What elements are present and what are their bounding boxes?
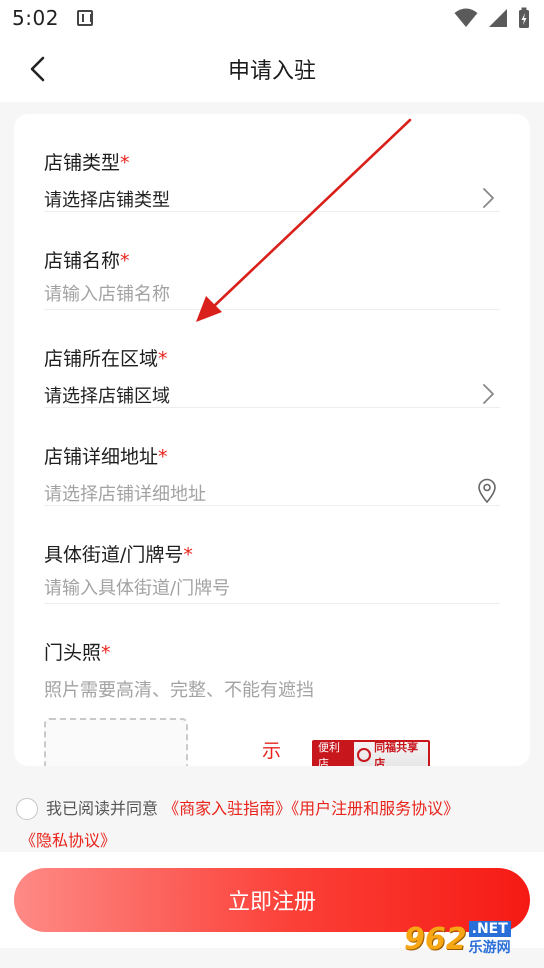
sample-sign-left-text: 便利店 (314, 742, 355, 766)
photo-upload-button[interactable] (44, 718, 188, 766)
shop-region-select[interactable]: 请选择店铺区域 (44, 382, 170, 408)
required-mark: * (101, 642, 111, 664)
shop-address-select[interactable]: 请选择店铺详细地址 (44, 480, 206, 506)
chevron-right-icon (483, 188, 494, 208)
shop-type-field[interactable]: 店铺类型* 请选择店铺类型 (44, 114, 500, 212)
required-mark: * (183, 544, 193, 566)
shop-address-field[interactable]: 店铺详细地址* 请选择店铺详细地址 (44, 408, 500, 506)
wifi-icon (454, 8, 478, 27)
back-button[interactable] (20, 52, 54, 86)
storefront-photo-label: 门头照* (44, 642, 111, 664)
signal-icon (489, 9, 507, 27)
chevron-left-icon (30, 56, 45, 82)
status-icons (454, 7, 530, 29)
chevron-right-icon (483, 384, 494, 404)
shop-type-select[interactable]: 请选择店铺类型 (44, 186, 170, 212)
storefront-photo-hint: 照片需要高清、完整、不能有遮挡 (44, 680, 314, 701)
merchant-guide-link[interactable]: 《商家入驻指南》 (163, 799, 291, 818)
shop-region-field[interactable]: 店铺所在区域* 请选择店铺区域 (44, 310, 500, 408)
sample-sign-right-text: 同福共享店 (374, 741, 419, 766)
agree-checkbox[interactable] (16, 798, 38, 820)
watermark-text: .NET 乐游网 (468, 921, 511, 957)
required-mark: * (120, 250, 130, 272)
privacy-link[interactable]: 《隐私协议》 (20, 831, 116, 850)
shop-address-label: 店铺详细地址* (44, 446, 168, 468)
shop-name-field: 店铺名称* (44, 212, 500, 310)
status-bar: 5:02 (0, 0, 544, 36)
status-time: 5:02 (12, 6, 59, 30)
required-mark: * (158, 446, 168, 468)
site-watermark: 962 .NET 乐游网 (404, 912, 542, 966)
sample-sign: 便利店 同福共享店 (312, 740, 430, 766)
required-mark: * (158, 348, 168, 370)
shop-name-input[interactable] (44, 284, 444, 305)
nav-bar: 申请入驻 (0, 36, 544, 102)
notification-icon (76, 10, 93, 26)
shop-name-label: 店铺名称* (44, 250, 130, 272)
location-pin-icon[interactable] (476, 478, 498, 504)
page-title: 申请入驻 (227, 59, 316, 84)
shop-region-label: 店铺所在区域* (44, 348, 168, 370)
street-field: 具体街道/门牌号* (44, 506, 500, 604)
storefront-photo-field: 门头照* 照片需要高清、完整、不能有遮挡 (44, 604, 500, 702)
sample-label: 示 (262, 740, 282, 762)
battery-icon (519, 7, 529, 28)
watermark-domain: .NET (468, 921, 511, 937)
application-form: 店铺类型* 请选择店铺类型 店铺名称* 店铺所在区域* 请选择店铺区域 店铺详细… (14, 114, 530, 766)
street-input[interactable] (44, 578, 444, 599)
watermark-number: 962 (404, 921, 467, 957)
store-logo-icon (357, 748, 372, 762)
watermark-cn: 乐游网 (468, 940, 511, 956)
sample-storefront-image: 便利店 同福共享店 (298, 718, 444, 766)
agreement-text-line1: 我已阅读并同意 《商家入驻指南》《用户注册和服务协议》 (46, 792, 459, 826)
street-label: 具体街道/门牌号* (44, 544, 193, 566)
required-mark: * (120, 152, 130, 174)
user-terms-link[interactable]: 《用户注册和服务协议》 (291, 799, 459, 818)
shop-type-label: 店铺类型* (44, 152, 130, 174)
agreement-prefix: 我已阅读并同意 (46, 799, 159, 818)
